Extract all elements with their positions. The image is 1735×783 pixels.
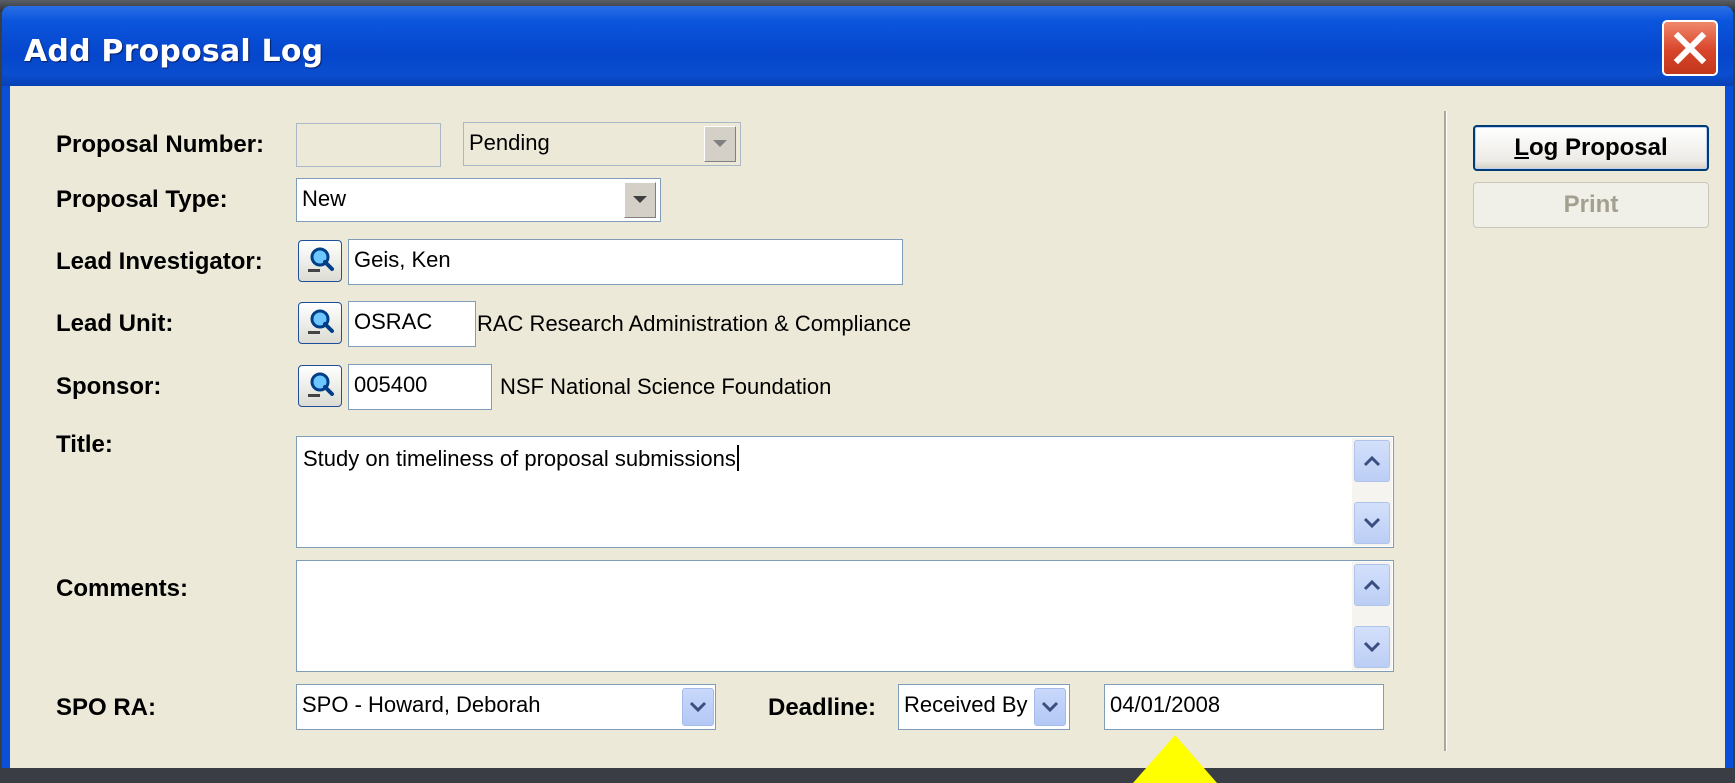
chevron-down-icon	[1363, 641, 1381, 653]
proposal-number-field	[296, 123, 441, 167]
vertical-divider	[1444, 111, 1447, 751]
deadline-type-dropdown-button[interactable]	[1034, 688, 1066, 726]
lead-investigator-field[interactable]: Geis, Ken	[348, 239, 903, 285]
spo-ra-value: SPO - Howard, Deborah	[302, 692, 541, 717]
spo-ra-select[interactable]: SPO - Howard, Deborah	[296, 684, 716, 730]
proposal-status-select: Pending	[463, 122, 741, 166]
close-button[interactable]	[1662, 20, 1718, 76]
lead-unit-label: Lead Unit:	[56, 310, 174, 337]
text-caret	[736, 445, 739, 471]
proposal-type-dropdown-button[interactable]	[624, 182, 656, 218]
sponsor-lookup-button[interactable]	[298, 365, 342, 407]
chevron-up-icon	[1363, 455, 1381, 467]
proposal-status-dropdown-button	[704, 126, 736, 162]
log-proposal-label: Log Proposal	[1514, 134, 1668, 161]
title-textarea[interactable]: Study on timeliness of proposal submissi…	[296, 436, 1394, 548]
add-proposal-log-window: Add Proposal Log Proposal Number: Pendin…	[2, 6, 1733, 768]
deadline-label: Deadline:	[768, 694, 877, 721]
chevron-down-icon	[1041, 701, 1059, 713]
print-button: Print	[1473, 182, 1709, 228]
lead-investigator-label: Lead Investigator:	[56, 248, 263, 275]
title-text: Study on timeliness of proposal submissi…	[303, 445, 739, 473]
sponsor-name: NSF National Science Foundation	[500, 374, 832, 399]
dialog-client-area: Proposal Number: Pending Proposal Type: …	[10, 86, 1725, 768]
chevron-down-icon	[633, 196, 647, 203]
magnifier-lookup-icon	[308, 372, 334, 397]
window-titlebar[interactable]: Add Proposal Log	[2, 6, 1733, 86]
proposal-type-value: New	[302, 186, 347, 211]
comments-textarea[interactable]	[296, 560, 1394, 672]
window-title: Add Proposal Log	[24, 34, 324, 69]
magnifier-lookup-icon	[308, 309, 334, 334]
chevron-down-icon	[713, 140, 727, 147]
lead-unit-name: RAC Research Administration & Compliance	[477, 311, 912, 336]
chevron-down-icon	[689, 701, 707, 713]
annotation-arrow	[1133, 735, 1217, 783]
print-label: Print	[1563, 191, 1619, 218]
close-x-icon	[1673, 31, 1707, 65]
proposal-type-label: Proposal Type:	[56, 186, 228, 213]
title-scroll-down-button[interactable]	[1354, 502, 1390, 544]
comments-scroll-down-button[interactable]	[1354, 626, 1390, 668]
spo-ra-label: SPO RA:	[56, 694, 157, 721]
proposal-number-label: Proposal Number:	[56, 131, 265, 158]
title-scrollbar[interactable]	[1352, 438, 1392, 546]
sponsor-code-field[interactable]: 005400	[348, 364, 492, 410]
spo-ra-dropdown-button[interactable]	[682, 688, 714, 726]
title-scroll-up-button[interactable]	[1354, 440, 1390, 482]
comments-scroll-up-button[interactable]	[1354, 564, 1390, 606]
lead-investigator-lookup-button[interactable]	[298, 240, 342, 282]
magnifier-lookup-icon	[308, 247, 334, 272]
lead-unit-lookup-button[interactable]	[298, 302, 342, 344]
comments-scrollbar[interactable]	[1352, 562, 1392, 670]
deadline-type-value: Received By	[904, 692, 1028, 717]
sponsor-label: Sponsor:	[56, 373, 162, 400]
chevron-up-icon	[1363, 579, 1381, 591]
comments-label: Comments:	[56, 575, 189, 602]
proposal-status-value: Pending	[469, 130, 550, 155]
proposal-type-select[interactable]: New	[296, 178, 661, 222]
log-proposal-button[interactable]: Log Proposal	[1473, 125, 1709, 171]
title-label: Title:	[56, 431, 113, 458]
deadline-date-field[interactable]: 04/01/2008	[1104, 684, 1384, 730]
lead-unit-code-field[interactable]: OSRAC	[348, 301, 476, 347]
chevron-down-icon	[1363, 517, 1381, 529]
